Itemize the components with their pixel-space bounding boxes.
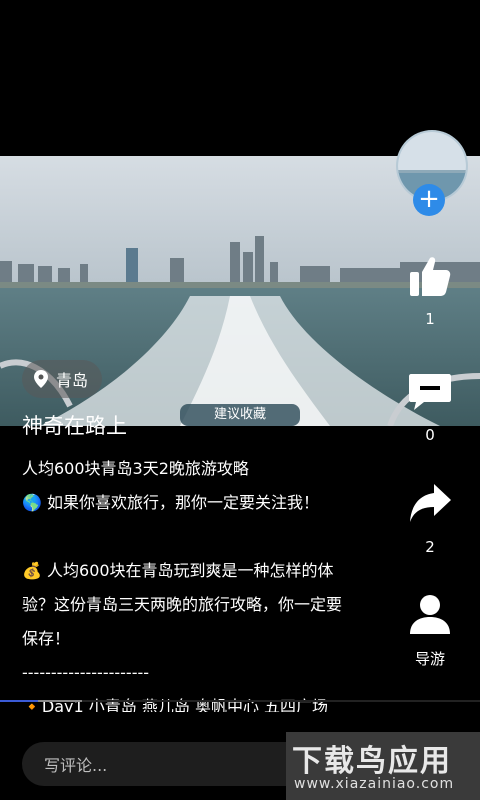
plus-icon: +: [418, 184, 440, 214]
site-watermark: 下载鸟应用 www.xiazainiao.com: [286, 732, 480, 800]
post-line: 💰 人均600块在青岛玩到爽是一种怎样的体: [22, 561, 334, 580]
location-pin-icon: [34, 370, 48, 388]
thumbs-up-icon: [410, 257, 451, 296]
progress-buffer: [38, 700, 82, 702]
person-icon: [410, 595, 450, 634]
watermark-title: 下载鸟应用: [292, 744, 452, 779]
post-subtitle: 人均600块青岛3天2晚旅游攻略: [22, 459, 249, 478]
post-line: 🌎 如果你喜欢旅行，那你一定要关注我！: [22, 493, 320, 512]
share-button[interactable]: 2: [398, 482, 462, 556]
post-title: 神奇在路上: [22, 414, 127, 438]
like-button[interactable]: 1: [398, 254, 462, 328]
comment-count: 0: [425, 426, 435, 444]
location-label: 青岛: [56, 371, 89, 390]
location-chip[interactable]: 青岛: [22, 360, 103, 398]
guide-label: 导游: [414, 650, 445, 668]
post-line: 保存！: [22, 629, 71, 648]
comment-button[interactable]: 0: [398, 370, 462, 444]
share-count: 2: [425, 538, 435, 556]
comment-placeholder: 写评论...: [44, 756, 108, 775]
like-count: 1: [425, 310, 435, 328]
share-arrow-icon: [410, 484, 451, 522]
guide-button[interactable]: 导游: [398, 592, 462, 669]
progress-fill: [0, 700, 38, 702]
post-description: 人均600块青岛3天2晚旅游攻略 🌎 如果你喜欢旅行，那你一定要关注我！ 💰 人…: [22, 452, 392, 712]
post-divider: ----------------------: [22, 663, 150, 682]
comment-bubble-icon: [409, 374, 451, 410]
video-progress-bar[interactable]: [0, 700, 480, 702]
follow-button[interactable]: +: [413, 184, 445, 216]
suggest-save-caption: 建议收藏: [214, 407, 267, 422]
post-line: 验？这份青岛三天两晚的旅行攻略，你一定要: [22, 595, 343, 614]
watermark-url: www.xiazainiao.com: [294, 776, 455, 792]
